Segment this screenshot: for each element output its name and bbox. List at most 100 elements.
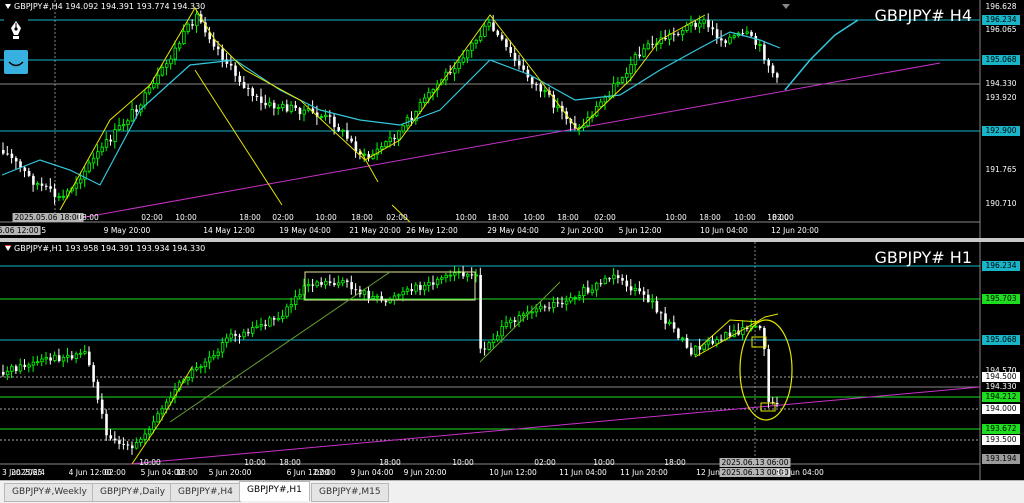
candle-body <box>27 364 31 368</box>
candle-body <box>333 116 336 128</box>
candle-body <box>212 355 216 358</box>
candle-body <box>57 355 61 362</box>
candle-body <box>315 281 319 287</box>
candle-body <box>707 19 710 28</box>
candle-body <box>61 195 66 198</box>
candle-body <box>289 104 294 112</box>
candle-body <box>405 288 410 292</box>
time-label: 10:00 <box>665 213 687 222</box>
candle-body <box>14 158 18 162</box>
candle-body <box>2 150 5 154</box>
price-label: 194.330 <box>985 79 1017 88</box>
time-label: 2025.06.13 06:00 <box>719 458 791 467</box>
candle-body <box>763 44 766 60</box>
candle-body <box>577 295 582 298</box>
candle-body <box>152 421 156 431</box>
candle-body <box>199 366 203 369</box>
candle-body <box>53 188 57 197</box>
candle-body <box>91 157 96 164</box>
candle-body <box>109 435 113 439</box>
time-label: 18:00 <box>176 468 198 477</box>
candle-body <box>427 282 431 286</box>
chart-tab[interactable]: GBPJPY#,H1 <box>239 481 310 501</box>
candle-body <box>771 65 775 74</box>
candle-body <box>61 356 66 362</box>
candle-body <box>393 137 396 140</box>
candle-body <box>190 369 195 379</box>
candle-body <box>143 92 147 106</box>
h4-chart-pane[interactable]: GBPJPY#,H4 194.092 194.391 193.774 194.3… <box>0 0 1024 238</box>
collapse-arrow-icon[interactable] <box>5 4 11 9</box>
h1-chart-canvas[interactable] <box>0 242 1024 480</box>
candle-body <box>728 36 732 44</box>
candle-body <box>294 105 297 108</box>
time-label: 5 Jun 20:00 <box>208 468 252 477</box>
h4-chart-canvas[interactable] <box>0 0 1024 238</box>
chart-tab[interactable]: GBPJPY#,H4 <box>170 483 241 502</box>
candle-body <box>152 83 156 89</box>
candle-body <box>500 326 504 337</box>
candle-body <box>36 183 40 186</box>
candle-body <box>100 399 104 414</box>
candle-body <box>470 42 474 51</box>
candle-body <box>53 354 57 361</box>
h1-ohlc-text: GBPJPY#,H1 193.958 194.391 193.934 194.3… <box>14 244 206 253</box>
candle-body <box>31 361 36 366</box>
candle-body <box>432 282 435 285</box>
candle-body <box>74 182 79 189</box>
candle-body <box>392 295 397 300</box>
fountain-pen-icon[interactable] <box>4 18 28 42</box>
candle-body <box>603 96 607 103</box>
candle-body <box>401 125 405 132</box>
candle-body <box>444 274 448 279</box>
candle-body <box>40 183 44 186</box>
candle-body <box>479 274 482 349</box>
candle-body <box>621 278 624 281</box>
chart-tab[interactable]: GBPJPY#,Daily <box>92 483 174 502</box>
smile-icon[interactable] <box>4 50 28 74</box>
candle-body <box>2 372 5 375</box>
time-label: 11 Jun 20:00 <box>620 468 668 477</box>
candle-body <box>750 31 753 36</box>
candle-body <box>397 294 401 297</box>
candle-body <box>362 290 367 295</box>
time-label: 2025/6/4 <box>11 468 45 477</box>
candle-body <box>465 49 470 59</box>
highlight-ellipse <box>739 319 793 421</box>
chart-tab[interactable]: GBPJPY#,Weekly <box>4 483 95 502</box>
candle-body <box>457 61 461 70</box>
candle-body <box>311 284 315 286</box>
candle-body <box>599 283 603 285</box>
candle-body <box>638 288 641 292</box>
candle-body <box>590 289 595 293</box>
candle-body <box>647 294 650 302</box>
chart-tab[interactable]: GBPJPY#,M15 <box>311 483 389 502</box>
collapse-arrow-icon[interactable] <box>5 246 11 251</box>
price-label: 195.068 <box>982 55 1020 65</box>
time-label: 14 May 12:00 <box>203 226 255 235</box>
candle-body <box>440 277 444 280</box>
candle-body <box>160 66 165 76</box>
candle-body <box>543 306 547 308</box>
time-label: 10 Jun 12:00 <box>489 468 537 477</box>
candle-body <box>702 343 706 350</box>
candle-body <box>156 413 160 423</box>
candle-body <box>14 366 18 371</box>
candle-body <box>478 35 483 41</box>
h1-chart-pane[interactable]: GBPJPY#,H1 193.958 194.391 193.934 194.3… <box>0 242 1024 480</box>
price-label: 193.672 <box>982 424 1020 434</box>
candle-body <box>461 57 466 63</box>
time-label: 02:00 <box>104 468 126 477</box>
candle-body <box>251 88 254 96</box>
candle-body <box>45 185 48 187</box>
candle-body <box>483 348 487 350</box>
candle-body <box>500 35 504 40</box>
candle-body <box>685 338 689 348</box>
time-label: 10 Jun 04:00 <box>700 226 748 235</box>
candle-body <box>6 153 9 155</box>
candle-body <box>135 109 138 112</box>
candle-body <box>264 102 267 106</box>
h4-symbol-label: GBPJPY# H4 <box>874 6 972 25</box>
candle-body <box>105 413 108 436</box>
candle-body <box>49 357 52 361</box>
